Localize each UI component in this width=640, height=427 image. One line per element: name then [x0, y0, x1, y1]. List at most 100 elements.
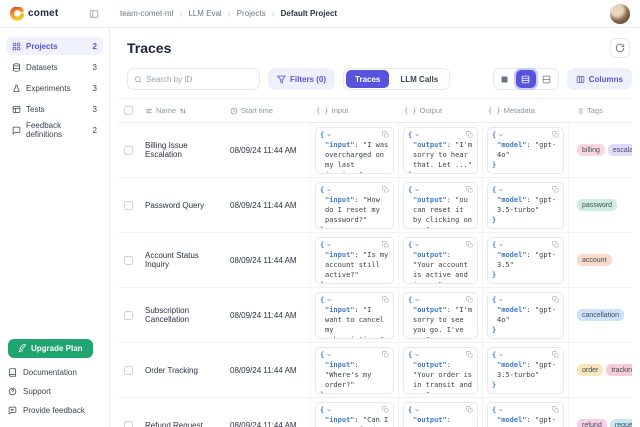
chevron-down-icon[interactable]: [498, 187, 504, 193]
copy-icon[interactable]: [466, 131, 473, 138]
tag[interactable]: tracking: [606, 364, 632, 376]
copy-icon[interactable]: [382, 186, 389, 193]
copy-icon[interactable]: [466, 351, 473, 358]
chevron-down-icon[interactable]: [326, 132, 332, 138]
copy-icon[interactable]: [552, 186, 559, 193]
chevron-down-icon[interactable]: [414, 242, 420, 248]
output-json-preview[interactable]: { output: I'm sorry to hear that. Let ..…: [403, 127, 478, 174]
trace-name[interactable]: Order Tracking: [138, 343, 222, 397]
row-checkbox[interactable]: [124, 421, 133, 427]
row-checkbox[interactable]: [124, 201, 133, 210]
input-json-preview[interactable]: { input: I was overcharged on my last in…: [315, 127, 394, 174]
sidebar-item-experiments[interactable]: Experiments 3: [6, 79, 103, 97]
copy-icon[interactable]: [466, 186, 473, 193]
trace-name[interactable]: Billing Issue Escalation: [138, 123, 222, 177]
copy-icon[interactable]: [382, 131, 389, 138]
input-json-preview[interactable]: { input: Where's my order? }: [315, 347, 394, 394]
row-height-small-button[interactable]: [495, 70, 515, 88]
output-json-preview[interactable]: { output: ou can reset it by clicking on…: [403, 182, 478, 229]
table-row[interactable]: Password Query 08/09/24 11:44 AM { input…: [118, 178, 632, 233]
trace-name[interactable]: Subscription Cancellation: [138, 288, 222, 342]
copy-icon[interactable]: [466, 241, 473, 248]
column-header-input[interactable]: Input: [310, 106, 398, 115]
metadata-json-preview[interactable]: { model: gpt-4o }: [487, 127, 564, 174]
chevron-down-icon[interactable]: [414, 187, 420, 193]
upgrade-plan-button[interactable]: Upgrade Plan: [8, 339, 93, 358]
tag[interactable]: account: [577, 254, 612, 266]
sidebar-item-projects[interactable]: Projects 2: [6, 37, 103, 55]
breadcrumb-item-current[interactable]: Default Project: [281, 9, 337, 18]
chevron-down-icon[interactable]: [498, 242, 504, 248]
sidebar-item-documentation[interactable]: Documentation: [8, 368, 101, 377]
chevron-down-icon[interactable]: [326, 242, 332, 248]
user-avatar[interactable]: [610, 4, 630, 24]
tag[interactable]: cancellation: [577, 309, 624, 321]
table-row[interactable]: Subscription Cancellation 08/09/24 11:44…: [118, 288, 632, 343]
chevron-down-icon[interactable]: [326, 407, 332, 413]
input-json-preview[interactable]: { input: Can I get a refund for my last …: [315, 402, 394, 427]
trace-name[interactable]: Refund Request: [138, 398, 222, 427]
chevron-down-icon[interactable]: [326, 352, 332, 358]
table-row[interactable]: Order Tracking 08/09/24 11:44 AM { input…: [118, 343, 632, 398]
output-json-preview[interactable]: { output: Your order is in transit and .…: [403, 347, 478, 394]
chevron-down-icon[interactable]: [326, 297, 332, 303]
search-input[interactable]: [146, 75, 253, 84]
row-checkbox[interactable]: [124, 146, 133, 155]
table-row[interactable]: Refund Request 08/09/24 11:44 AM { input…: [118, 398, 632, 427]
chevron-down-icon[interactable]: [414, 297, 420, 303]
trace-name[interactable]: Password Query: [138, 178, 222, 232]
metadata-json-preview[interactable]: { model: gpt-3.5-turbo }: [487, 182, 564, 229]
sidebar-item-tests[interactable]: Tests 3: [6, 100, 103, 118]
copy-icon[interactable]: [382, 241, 389, 248]
table-row[interactable]: Billing Issue Escalation 08/09/24 11:44 …: [118, 123, 632, 178]
input-json-preview[interactable]: { input: Is my account still active? }: [315, 237, 394, 284]
output-json-preview[interactable]: { output: I've submitted your refund req…: [403, 402, 478, 427]
chevron-down-icon[interactable]: [498, 297, 504, 303]
breadcrumb-item[interactable]: team-comet-ml: [120, 9, 173, 18]
tag[interactable]: billing: [577, 144, 605, 156]
copy-icon[interactable]: [552, 351, 559, 358]
chevron-down-icon[interactable]: [326, 187, 332, 193]
chevron-down-icon[interactable]: [414, 352, 420, 358]
sidebar-item-provide-feedback[interactable]: Provide feedback: [8, 406, 101, 415]
refresh-button[interactable]: [610, 38, 630, 58]
copy-icon[interactable]: [466, 406, 473, 413]
chevron-down-icon[interactable]: [498, 132, 504, 138]
sidebar-item-support[interactable]: Support: [8, 387, 101, 396]
input-json-preview[interactable]: { input: How do I reset my password? }: [315, 182, 394, 229]
chevron-down-icon[interactable]: [414, 132, 420, 138]
column-header-output[interactable]: Output: [398, 106, 482, 115]
breadcrumb-item[interactable]: LLM Eval: [188, 9, 221, 18]
output-json-preview[interactable]: { output: Your account is active and in …: [403, 237, 478, 284]
select-all-checkbox[interactable]: [124, 106, 133, 115]
copy-icon[interactable]: [382, 406, 389, 413]
trace-name[interactable]: Account Status Inquiry: [138, 233, 222, 287]
tab-llm-calls[interactable]: LLM Calls: [391, 70, 447, 88]
row-checkbox[interactable]: [124, 311, 133, 320]
metadata-json-preview[interactable]: { model: gpt-3.5 }: [487, 402, 564, 427]
chevron-down-icon[interactable]: [498, 352, 504, 358]
tag[interactable]: refund: [577, 419, 607, 427]
tab-traces[interactable]: Traces: [346, 70, 389, 88]
copy-icon[interactable]: [552, 406, 559, 413]
column-header-metadata[interactable]: Metadata: [482, 106, 568, 115]
column-header-name[interactable]: Name: [138, 106, 222, 115]
sidebar-toggle-icon[interactable]: [86, 6, 102, 22]
filters-button[interactable]: Filters (0): [268, 68, 335, 90]
copy-icon[interactable]: [466, 296, 473, 303]
copy-icon[interactable]: [552, 131, 559, 138]
copy-icon[interactable]: [382, 296, 389, 303]
metadata-json-preview[interactable]: { model: gpt-3.5 }: [487, 237, 564, 284]
comet-logo[interactable]: comet: [10, 7, 86, 21]
column-header-start-time[interactable]: Start time: [222, 106, 310, 115]
input-json-preview[interactable]: { input: I want to cancel my subscriptio…: [315, 292, 394, 339]
column-header-tags[interactable]: Tags: [568, 106, 632, 115]
output-json-preview[interactable]: { output: I'm sorry to see you go. I've …: [403, 292, 478, 339]
metadata-json-preview[interactable]: { model: gpt-3.5-turbo }: [487, 347, 564, 394]
metadata-json-preview[interactable]: { model: gpt-4o }: [487, 292, 564, 339]
tag[interactable]: order: [577, 364, 603, 376]
breadcrumb-item[interactable]: Projects: [237, 9, 266, 18]
search-box[interactable]: [127, 68, 260, 90]
sidebar-item-feedback-definitions[interactable]: Feedback definitions 2: [6, 121, 103, 139]
row-height-medium-button[interactable]: [516, 70, 536, 88]
